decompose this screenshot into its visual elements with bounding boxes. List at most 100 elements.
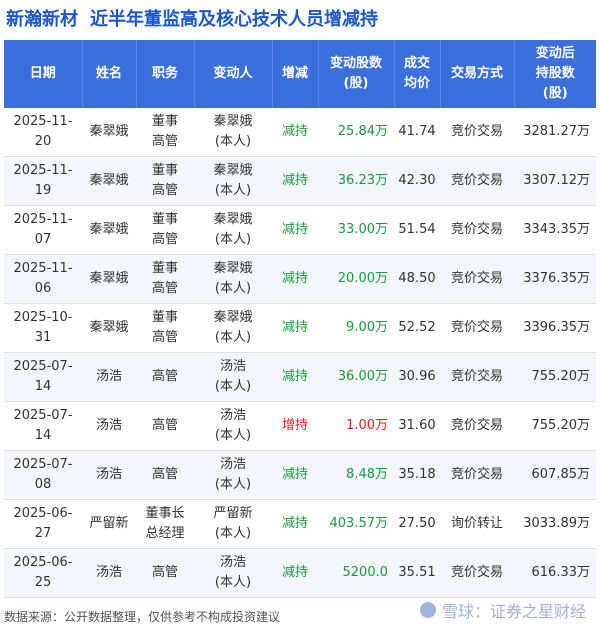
role-cell-line: 高管 [151,565,178,580]
date-cell: 2025-10-31 [4,303,82,353]
column-header-text: 姓名 [95,66,122,81]
method-cell: 竞价交易 [440,303,514,353]
price-cell: 48.50 [394,254,440,304]
shares-cell: 20.00万 [318,254,394,304]
watermark-text: 雪球：证券之星财经 [441,602,586,621]
page-header: 新瀚新材 近半年董监高及核心技术人员增减持 [0,0,600,36]
direction-cell: 减持 [272,499,318,549]
person-cell: 秦翠娥 (本人) [194,303,272,353]
date-cell: 2025-11-07 [4,205,82,255]
column-header-text: 均价 [403,76,430,91]
column-header: 成交 均价 [394,40,441,108]
person-cell-line: (本人) [214,281,252,296]
role-cell-line: 高管 [151,467,178,482]
data-source-note: 数据来源：公开数据整理，仅供参考不构成投资建议 [4,610,281,624]
column-header-text: 增减 [281,66,308,81]
role-cell: 高管 [136,401,194,451]
person-cell: 严留新 (本人) [194,499,272,549]
role-cell-line: 高管 [151,232,178,247]
table-body: 2025-11-20 秦翠娥 董事 高管 秦翠娥 (本人) 减持 25.84万 41.74 竞价交… [4,108,596,598]
table-row: 2025-11-07 秦翠娥 董事 高管 秦翠娥 (本人) 减持 33.00万 51.54 竞价交… [4,205,596,255]
name-cell: 汤浩 [82,548,136,598]
role-cell-line: 高管 [151,281,178,296]
table-row: 2025-11-19 秦翠娥 董事 高管 秦翠娥 (本人) 减持 36.23万 42.30 竞价交… [4,156,596,206]
shares-cell: 1.00万 [318,401,394,451]
table-row: 2025-07-14 汤浩 高管 汤浩 (本人) 增持 1.00万 31.60 竞价交易 755.… [4,401,596,451]
column-header: 姓名 [82,40,137,108]
direction-cell: 减持 [272,205,318,255]
price-cell: 35.18 [394,450,440,500]
role-cell: 董事 高管 [136,156,194,206]
shares-cell: 8.48万 [318,450,394,500]
column-header-text: 变动人 [213,66,253,81]
stock-name: 新瀚新材 [6,9,78,30]
role-cell: 高管 [136,450,194,500]
name-cell: 秦翠娥 [82,303,136,353]
name-cell: 严留新 [82,499,136,549]
date-cell: 2025-11-19 [4,156,82,206]
shares-cell: 36.23万 [318,156,394,206]
holdings-after-cell: 3307.12万 [514,156,596,206]
price-cell: 35.51 [394,548,440,598]
direction-cell: 减持 [272,450,318,500]
table-header-row: 日期 姓名 职务 变动人 增减 变动股数 (股) 成交 均价 交易方式 变动后 持股数 (股) [4,40,596,108]
role-cell-line: 董事 [151,261,178,276]
price-cell: 51.54 [394,205,440,255]
holdings-after-cell: 755.20万 [514,352,596,402]
table-row: 2025-11-06 秦翠娥 董事 高管 秦翠娥 (本人) 减持 20.00万 48.50 竞价交… [4,254,596,304]
page-title: 近半年董监高及核心技术人员增减持 [90,9,378,30]
role-cell-line: 董事 [151,163,178,178]
method-cell: 竞价交易 [440,108,514,157]
method-cell: 询价转让 [440,499,514,549]
holdings-after-cell: 3396.35万 [514,303,596,353]
person-cell-line: (本人) [214,330,252,345]
date-cell: 2025-06-25 [4,548,82,598]
shares-cell: 36.00万 [318,352,394,402]
direction-cell: 减持 [272,303,318,353]
holdings-after-cell: 755.20万 [514,401,596,451]
role-cell-line: 董事 [151,212,178,227]
table-row: 2025-11-20 秦翠娥 董事 高管 秦翠娥 (本人) 减持 25.84万 41.74 竞价交… [4,108,596,157]
column-header: 增减 [272,40,319,108]
holdings-after-cell: 3343.35万 [514,205,596,255]
person-cell-line: (本人) [214,428,252,443]
direction-cell: 减持 [272,352,318,402]
method-cell: 竞价交易 [440,548,514,598]
column-header: 变动股数 (股) [318,40,395,108]
person-cell: 秦翠娥 (本人) [194,156,272,206]
column-header-text: (股) [542,86,568,101]
role-cell: 高管 [136,548,194,598]
column-header: 交易方式 [440,40,515,108]
snowball-icon [419,602,436,618]
person-cell: 汤浩 (本人) [194,450,272,500]
role-cell-line: 高管 [151,134,178,149]
shares-cell: 9.00万 [318,303,394,353]
holdings-after-cell: 3281.27万 [514,108,596,157]
column-header: 职务 [136,40,195,108]
table-row: 2025-10-31 秦翠娥 董事 高管 秦翠娥 (本人) 减持 9.00万 52.52 竞价交易… [4,303,596,353]
person-cell-line: (本人) [214,477,252,492]
name-cell: 汤浩 [82,450,136,500]
date-cell: 2025-07-14 [4,401,82,451]
role-cell: 董事长 总经理 [136,499,194,549]
method-cell: 竞价交易 [440,205,514,255]
holdings-after-cell: 3033.89万 [514,499,596,549]
direction-cell: 减持 [272,548,318,598]
method-cell: 竞价交易 [440,450,514,500]
price-cell: 52.52 [394,303,440,353]
role-cell-line: 董事 [151,114,178,129]
role-cell: 高管 [136,352,194,402]
person-cell-line: (本人) [214,232,252,247]
column-header-text: 日期 [29,66,56,81]
role-cell-line: 总经理 [145,526,185,541]
role-cell-line: 高管 [151,418,178,433]
role-cell: 董事 高管 [136,108,194,157]
role-cell-line: 高管 [151,330,178,345]
holdings-after-cell: 3376.35万 [514,254,596,304]
date-cell: 2025-07-14 [4,352,82,402]
column-header-text: 交易方式 [450,66,503,81]
name-cell: 秦翠娥 [82,156,136,206]
column-header: 变动后 持股数 (股) [514,40,596,108]
person-cell-line: 汤浩 [219,359,246,374]
column-header-text: 持股数 [535,66,575,81]
